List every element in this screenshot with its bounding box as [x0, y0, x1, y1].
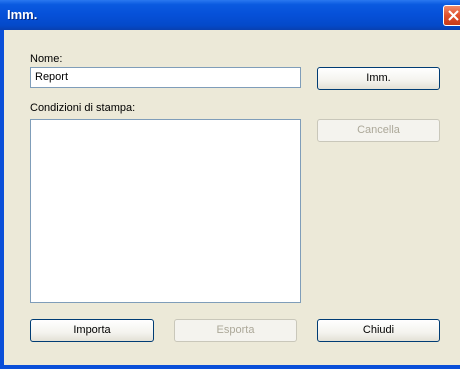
dialog-window: Imm. Nome: Report Condizioni di stampa: …: [0, 0, 460, 369]
chiudi-button[interactable]: Chiudi: [317, 319, 440, 342]
window-bottom-border: [0, 365, 460, 369]
print-conditions-label: Condizioni di stampa:: [30, 102, 136, 114]
imm-button[interactable]: Imm.: [317, 67, 440, 90]
name-label: Nome:: [30, 53, 63, 65]
close-icon: [448, 10, 459, 21]
dialog-body: Nome: Report Condizioni di stampa: Imm. …: [4, 30, 460, 365]
esporta-button[interactable]: Esporta: [174, 319, 297, 342]
name-field[interactable]: Report: [30, 67, 301, 88]
close-button[interactable]: [443, 5, 460, 26]
title-bar[interactable]: Imm.: [0, 0, 460, 30]
importa-button[interactable]: Importa: [30, 319, 154, 342]
window-title: Imm.: [7, 7, 38, 22]
print-conditions-list[interactable]: [30, 119, 301, 303]
cancella-button[interactable]: Cancella: [317, 119, 440, 142]
